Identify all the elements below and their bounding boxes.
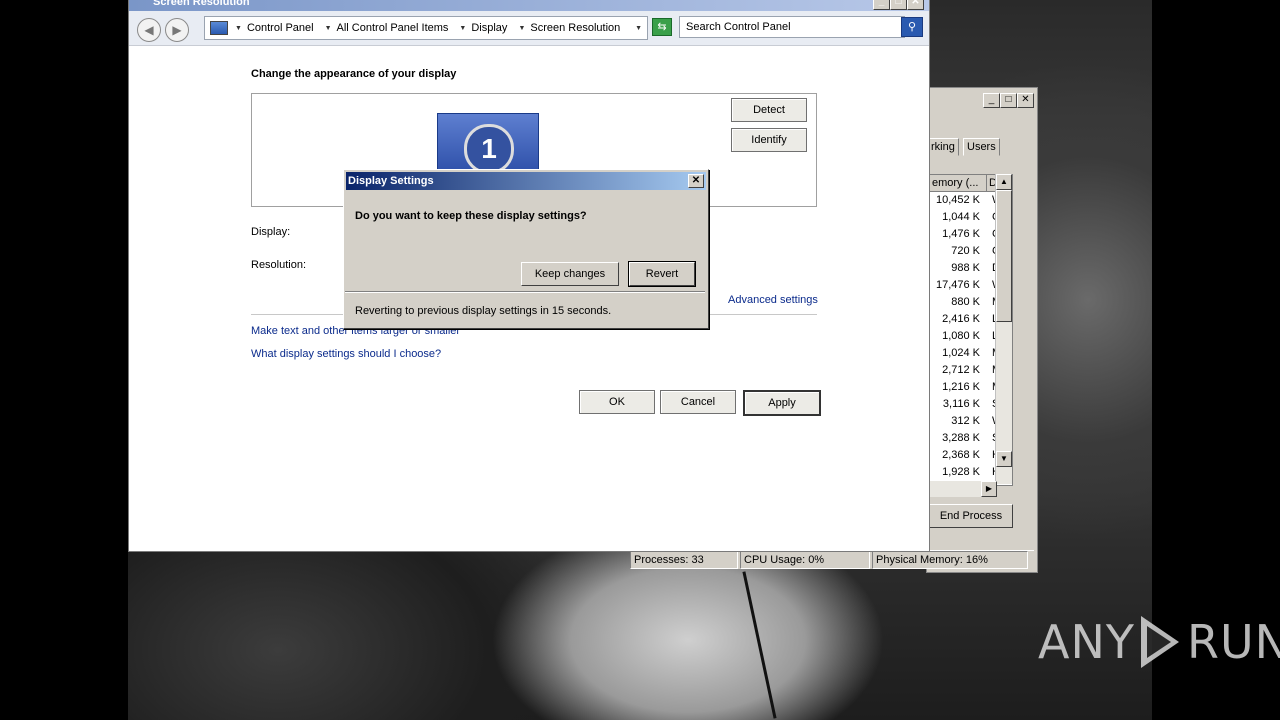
task-manager-statusbar: Processes: 33 CPU Usage: 0% Physical Mem…: [630, 550, 1034, 569]
cancel-button[interactable]: Cancel: [660, 390, 736, 414]
anyrun-watermark: ANY RUN: [1038, 612, 1280, 672]
process-memory: 988 K: [951, 262, 980, 274]
wallpaper-crack: [742, 571, 777, 719]
window-title: Screen Resolution: [153, 0, 250, 8]
process-memory: 1,928 K: [942, 466, 980, 478]
process-memory: 880 K: [951, 296, 980, 308]
status-cpu: CPU Usage: 0%: [740, 551, 870, 569]
dialog-title: Display Settings: [348, 175, 434, 187]
maximize-icon[interactable]: □: [1000, 93, 1017, 108]
maximize-icon[interactable]: □: [890, 0, 907, 10]
revert-button[interactable]: Revert: [628, 261, 696, 287]
horizontal-scrollbar[interactable]: ▶: [929, 481, 997, 497]
watermark-run: RUN: [1186, 615, 1280, 669]
scroll-up-icon[interactable]: ▲: [996, 174, 1012, 190]
countdown-text: Reverting to previous display settings i…: [355, 305, 612, 317]
minimize-icon[interactable]: _: [873, 0, 890, 10]
dialog-separator: [345, 291, 705, 293]
process-memory: 312 K: [951, 415, 980, 427]
control-panel-icon: [210, 21, 228, 35]
display-label: Display:: [251, 226, 291, 238]
process-memory: 10,452 K: [935, 194, 980, 206]
monitor-number: 1: [464, 124, 514, 174]
process-memory: 17,476 K: [935, 279, 980, 291]
display-help-link[interactable]: What display settings should I choose?: [251, 348, 441, 360]
chevron-down-icon[interactable]: ▼: [325, 25, 332, 32]
close-icon[interactable]: ✕: [688, 174, 704, 188]
back-icon[interactable]: ◀: [137, 18, 161, 42]
advanced-settings-link[interactable]: Advanced settings: [728, 294, 818, 306]
status-memory: Physical Memory: 16%: [872, 551, 1028, 569]
chevron-down-icon[interactable]: ▼: [235, 25, 242, 32]
minimize-icon[interactable]: _: [983, 93, 1000, 108]
breadcrumb-screen-resolution[interactable]: Screen Resolution: [530, 22, 620, 34]
task-manager-titlebar[interactable]: _ □ ✕: [927, 88, 1037, 112]
chevron-down-icon[interactable]: ▼: [459, 25, 466, 32]
display-settings-dialog: Display Settings ✕ Do you want to keep t…: [343, 169, 709, 329]
monitor-1-icon[interactable]: 1: [437, 113, 539, 175]
process-memory: 1,044 K: [942, 211, 980, 223]
tab-users[interactable]: Users: [963, 138, 1000, 156]
screen-resolution-titlebar[interactable]: Screen Resolution _ □ ✕: [129, 0, 929, 11]
address-toolbar: ◀ ▶ ▼ Control Panel ▼ All Control Panel …: [129, 11, 929, 46]
dialog-titlebar[interactable]: Display Settings ✕: [346, 172, 706, 190]
process-memory: 1,476 K: [942, 228, 980, 240]
play-logo-icon: [1139, 612, 1183, 672]
refresh-icon[interactable]: ⇆: [652, 18, 672, 36]
breadcrumb-display[interactable]: Display: [471, 22, 507, 34]
scroll-right-icon[interactable]: ▶: [981, 481, 997, 497]
process-memory: 1,024 K: [942, 347, 980, 359]
resolution-label: Resolution:: [251, 259, 307, 271]
process-list-scrollbar[interactable]: ▲ ▼: [995, 174, 1012, 484]
watermark-any: ANY: [1038, 615, 1135, 669]
identify-button[interactable]: Identify: [731, 128, 807, 152]
address-dropdown-icon[interactable]: ▼: [635, 25, 642, 32]
close-icon[interactable]: ✕: [1017, 93, 1034, 108]
forward-icon[interactable]: ▶: [165, 18, 189, 42]
process-memory: 1,216 K: [942, 381, 980, 393]
dialog-question: Do you want to keep these display settin…: [355, 210, 587, 222]
chevron-down-icon[interactable]: ▼: [518, 25, 525, 32]
process-memory: 2,416 K: [942, 313, 980, 325]
detect-button[interactable]: Detect: [731, 98, 807, 122]
breadcrumb-all-items[interactable]: All Control Panel Items: [337, 22, 449, 34]
keep-changes-button[interactable]: Keep changes: [521, 262, 619, 286]
process-memory: 2,368 K: [942, 449, 980, 461]
breadcrumb-control-panel[interactable]: Control Panel: [247, 22, 314, 34]
close-icon[interactable]: ✕: [907, 0, 924, 10]
search-icon[interactable]: ⚲: [901, 17, 923, 37]
scrollbar-thumb[interactable]: [996, 190, 1012, 322]
ok-button[interactable]: OK: [579, 390, 655, 414]
search-input[interactable]: Search Control Panel: [679, 16, 905, 38]
scroll-down-icon[interactable]: ▼: [996, 451, 1012, 467]
page-heading: Change the appearance of your display: [251, 68, 457, 80]
end-process-button[interactable]: End Process: [929, 504, 1013, 528]
process-memory: 3,116 K: [942, 398, 980, 410]
process-memory: 1,080 K: [942, 330, 980, 342]
process-memory: 720 K: [951, 245, 980, 257]
column-memory-header[interactable]: emory (...: [930, 175, 987, 191]
apply-button[interactable]: Apply: [743, 390, 821, 416]
address-bar[interactable]: ▼ Control Panel ▼ All Control Panel Item…: [204, 16, 648, 40]
process-memory: 2,712 K: [942, 364, 980, 376]
tab-networking[interactable]: rking: [927, 138, 959, 156]
process-memory: 3,288 K: [942, 432, 980, 444]
status-processes: Processes: 33: [630, 551, 738, 569]
task-manager-window: _ □ ✕ rking Users emory (... D 10,452 KW…: [926, 87, 1038, 573]
